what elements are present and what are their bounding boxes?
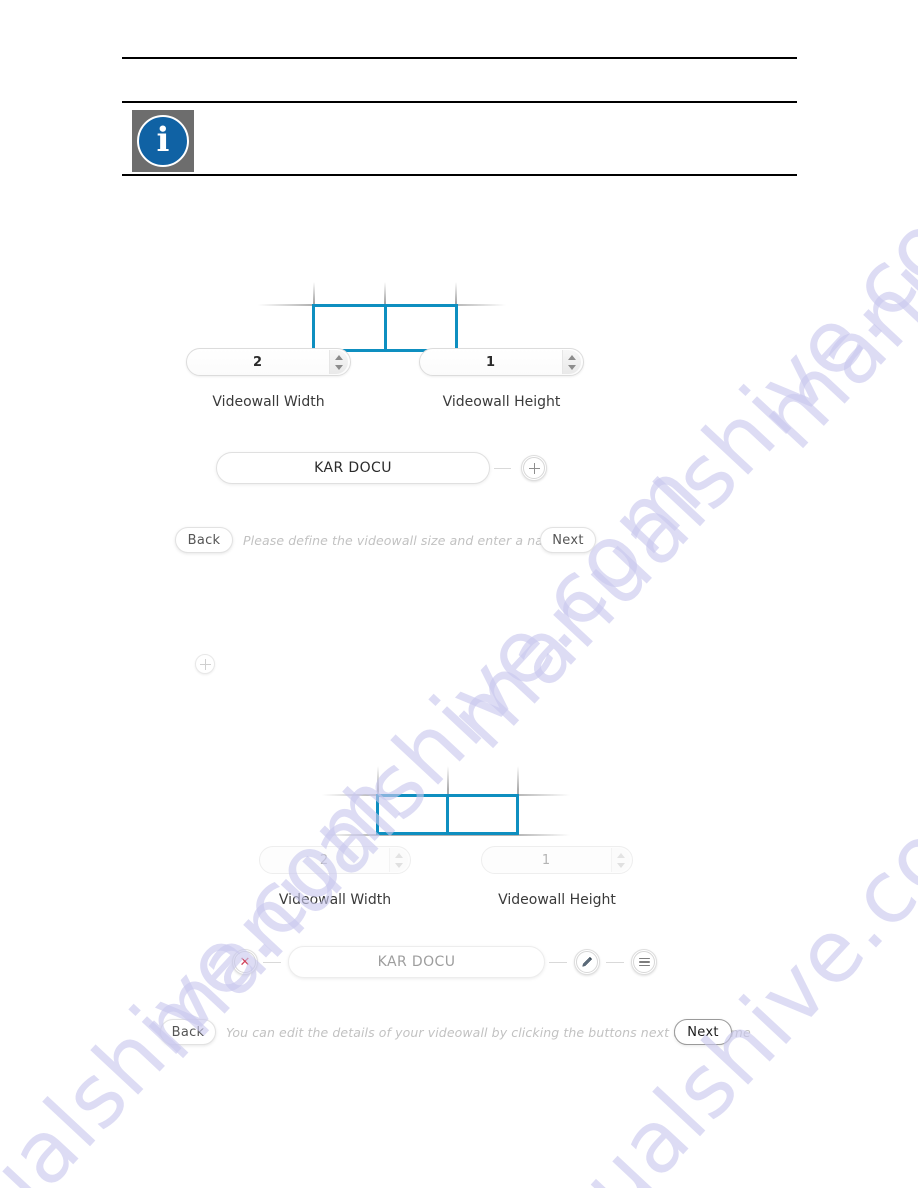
videowall-name-row-1: KAR DOCU xyxy=(0,452,918,492)
videowall-height-label: Videowall Height xyxy=(498,892,616,908)
videowall-width-label: Videowall Width xyxy=(278,892,392,908)
videowall-width-label: Videowall Width xyxy=(212,394,325,410)
spinner-up-arrow-icon[interactable] xyxy=(617,852,625,858)
videowall-grid-preview-1[interactable] xyxy=(0,262,918,352)
spinner-up-arrow-icon[interactable] xyxy=(395,852,403,858)
standalone-add-button[interactable] xyxy=(195,654,215,674)
wizard-nav-row-1: Back Please define the videowall size an… xyxy=(0,527,918,557)
videowall-create-screen: 2 1 Videowall Width Videowall Height KAR… xyxy=(0,262,918,557)
videowall-height-value: 1 xyxy=(485,354,496,370)
close-icon: ✕ xyxy=(234,951,256,973)
videowall-width-spinner[interactable] xyxy=(329,350,348,374)
next-button[interactable]: Next xyxy=(674,1019,732,1045)
videowall-height-input[interactable]: 1 xyxy=(419,348,584,376)
plus-icon xyxy=(199,658,211,670)
info-icon-disc: i xyxy=(137,115,189,167)
videowall-name-input[interactable]: KAR DOCU xyxy=(216,452,490,484)
spinner-down-arrow-icon[interactable] xyxy=(568,364,576,370)
gridline-vertical-left xyxy=(377,766,379,796)
videowall-height-value: 1 xyxy=(541,852,551,868)
back-button[interactable]: Back xyxy=(175,527,233,553)
plus-icon xyxy=(523,457,545,479)
spinner-up-arrow-icon[interactable] xyxy=(335,354,343,360)
videowall-width-input[interactable]: 2 xyxy=(259,846,411,874)
add-videowall-button[interactable] xyxy=(521,455,547,481)
pencil-icon xyxy=(576,951,598,973)
videowall-cell-divider xyxy=(384,304,387,352)
dimension-labels-row-2: Videowall Width Videowall Height xyxy=(0,892,918,916)
edit-videowall-button[interactable] xyxy=(574,949,600,975)
header-rule-bottom xyxy=(122,174,797,176)
videowall-height-input[interactable]: 1 xyxy=(481,846,633,874)
videowall-cell-divider xyxy=(446,794,449,835)
back-button[interactable]: Back xyxy=(160,1019,216,1045)
videowall-edit-screen: 2 1 Videowall Width Videowall Height ✕ K… xyxy=(0,752,918,1049)
connector-line xyxy=(549,962,567,963)
wizard-hint-text: You can edit the details of your videowa… xyxy=(226,1025,751,1040)
next-button[interactable]: Next xyxy=(540,527,596,553)
videowall-name-input[interactable]: KAR DOCU xyxy=(288,946,545,978)
dimension-inputs-row-1: 2 1 xyxy=(0,348,918,380)
spinner-down-arrow-icon[interactable] xyxy=(395,862,403,868)
connector-line xyxy=(494,468,511,469)
videowall-height-label: Videowall Height xyxy=(442,394,561,410)
spinner-up-arrow-icon[interactable] xyxy=(568,354,576,360)
info-icon-glyph: i xyxy=(156,120,170,160)
gridline-vertical-right xyxy=(517,766,519,796)
videowall-height-spinner[interactable] xyxy=(611,848,630,872)
spinner-down-arrow-icon[interactable] xyxy=(617,862,625,868)
videowall-width-value: 2 xyxy=(252,354,263,370)
connector-line xyxy=(606,962,624,963)
delete-videowall-button[interactable]: ✕ xyxy=(232,949,258,975)
gridline-vertical-middle xyxy=(447,766,449,796)
close-icon-glyph: ✕ xyxy=(239,954,251,970)
info-icon: i xyxy=(132,110,194,172)
dimension-inputs-row-2: 2 1 xyxy=(0,846,918,878)
videowall-menu-button[interactable] xyxy=(631,949,657,975)
connector-line xyxy=(263,962,281,963)
videowall-name-row-2: ✕ KAR DOCU xyxy=(0,946,918,986)
videowall-width-spinner[interactable] xyxy=(389,848,408,872)
spinner-down-arrow-icon[interactable] xyxy=(335,364,343,370)
header-rule-middle xyxy=(122,101,797,103)
videowall-height-spinner[interactable] xyxy=(562,350,581,374)
videowall-width-value: 2 xyxy=(319,852,329,868)
wizard-nav-row-2: Back You can edit the details of your vi… xyxy=(0,1019,918,1049)
header-rule-top xyxy=(122,57,797,59)
videowall-width-input[interactable]: 2 xyxy=(186,348,351,376)
hamburger-menu-icon xyxy=(633,951,655,973)
dimension-labels-row-1: Videowall Width Videowall Height xyxy=(0,394,918,418)
videowall-grid-preview-2[interactable] xyxy=(0,752,918,838)
wizard-hint-text: Please define the videowall size and ent… xyxy=(243,533,564,548)
